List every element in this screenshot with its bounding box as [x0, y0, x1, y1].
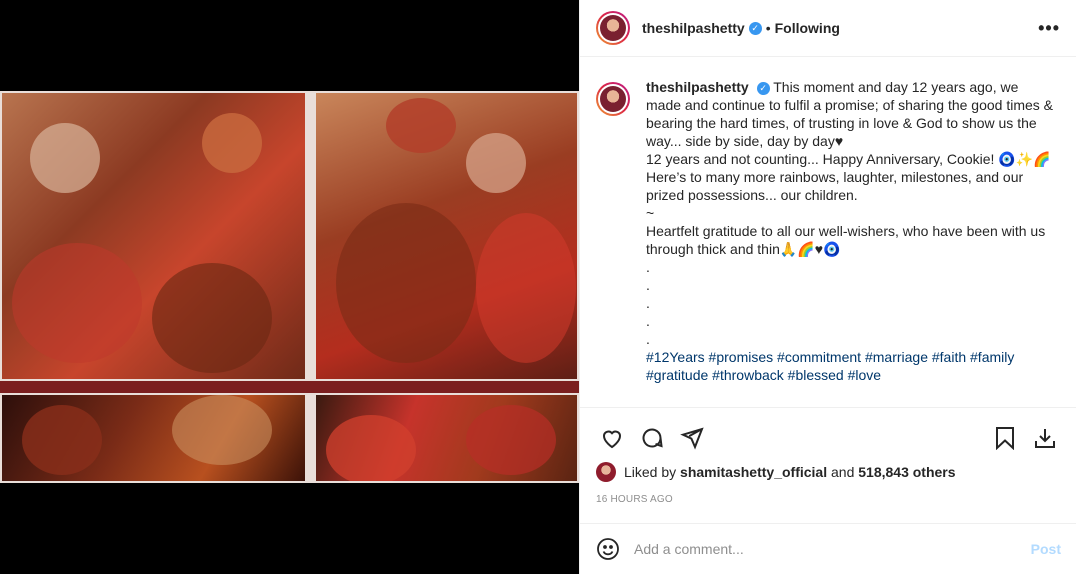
album-divider — [0, 381, 579, 393]
separator-dot: • — [765, 20, 771, 36]
hashtag-link[interactable]: #blessed — [788, 367, 844, 383]
hashtag-link[interactable]: #love — [848, 367, 881, 383]
action-bar — [580, 407, 1076, 459]
post-caption: theshilpashetty ✓ This moment and day 12… — [580, 58, 1076, 406]
caption-line: Heartfelt gratitude to all our well-wish… — [646, 223, 1046, 257]
caption-line: . — [646, 331, 650, 347]
caption-verified-badge-icon: ✓ — [756, 81, 770, 95]
hashtag-link[interactable]: #commitment — [777, 349, 861, 365]
caption-line: Here’s to many more rainbows, laughter, … — [646, 169, 1024, 203]
liker-avatar[interactable] — [596, 462, 616, 482]
profile-picture — [600, 15, 626, 41]
photo-tile-embrace — [316, 93, 577, 379]
post-timestamp[interactable]: 16 HOURS AGO — [596, 494, 673, 505]
likes-summary: Liked by shamitashetty_official and 518,… — [596, 462, 956, 482]
download-icon[interactable] — [1025, 418, 1065, 458]
likes-count-link[interactable]: 518,843 others — [858, 464, 955, 480]
hashtag-link[interactable]: #12Years — [646, 349, 705, 365]
wedding-album-photo — [0, 91, 579, 483]
post-button[interactable]: Post — [1031, 541, 1061, 557]
hashtag-link[interactable]: #faith — [932, 349, 966, 365]
post-details-panel: theshilpashetty ✓ • Following ••• theshi… — [579, 0, 1076, 574]
caption-username[interactable]: theshilpashetty — [646, 79, 749, 95]
photo-tile-veil — [2, 395, 305, 481]
caption-line: . — [646, 259, 650, 275]
hashtags: #12Years #promises #commitment #marriage… — [646, 348, 1056, 384]
comment-input[interactable] — [634, 541, 1031, 557]
caption-line: . — [646, 277, 650, 293]
caption-profile-picture — [600, 86, 626, 112]
following-button[interactable]: Following — [775, 20, 840, 36]
hashtag-link[interactable]: #gratitude — [646, 367, 708, 383]
heart-icon[interactable] — [592, 418, 632, 458]
hashtag-link[interactable]: #marriage — [865, 349, 928, 365]
photo-tile-rituals — [316, 395, 577, 481]
hashtag-link[interactable]: #throwback — [712, 367, 784, 383]
caption-line: ~ — [646, 205, 655, 221]
header-username[interactable]: theshilpashetty — [642, 20, 745, 36]
share-icon[interactable] — [672, 418, 712, 458]
hashtag-link[interactable]: #promises — [709, 349, 774, 365]
more-options-icon[interactable]: ••• — [1038, 18, 1060, 39]
comment-icon[interactable] — [632, 418, 672, 458]
caption-line: . — [646, 313, 650, 329]
caption-text: theshilpashetty ✓ This moment and day 12… — [646, 78, 1056, 406]
photo-tile-ceremony — [2, 93, 305, 379]
caption-line: 12 years and not counting... Happy Anniv… — [646, 151, 1051, 167]
verified-badge-icon: ✓ — [748, 21, 762, 35]
bookmark-icon[interactable] — [985, 418, 1025, 458]
emoji-icon[interactable] — [596, 537, 620, 561]
post-header: theshilpashetty ✓ • Following ••• — [580, 0, 1076, 57]
caption-line: . — [646, 295, 650, 311]
avatar[interactable] — [596, 11, 630, 45]
likes-prefix: Liked by — [624, 464, 677, 480]
caption-avatar[interactable] — [596, 82, 630, 116]
post-media[interactable] — [0, 0, 579, 574]
liker-username[interactable]: shamitashetty_official — [680, 464, 827, 480]
likes-and: and — [831, 464, 855, 480]
hashtag-link[interactable]: #family — [970, 349, 1014, 365]
instagram-post-view: theshilpashetty ✓ • Following ••• theshi… — [0, 0, 1076, 574]
comment-bar: Post — [580, 523, 1076, 574]
